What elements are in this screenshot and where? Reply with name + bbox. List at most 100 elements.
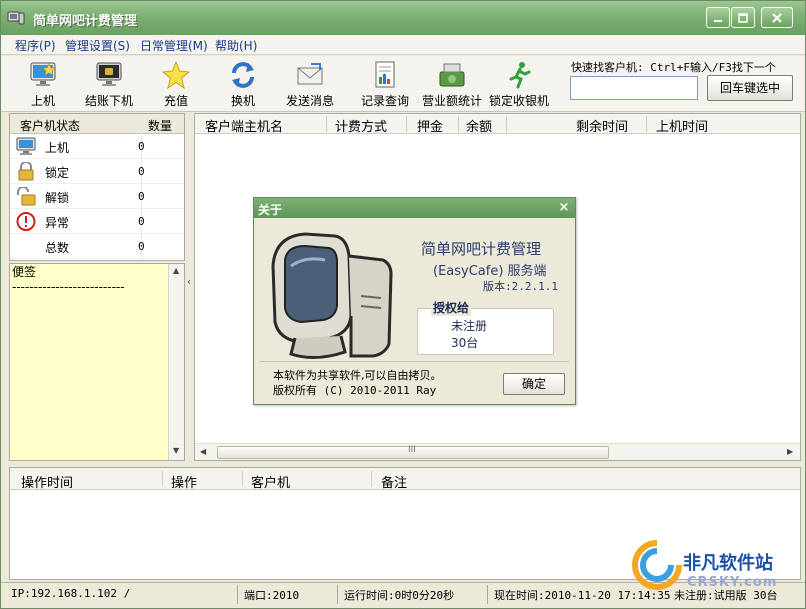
chevron-left-icon[interactable]: ‹ (187, 277, 191, 288)
toolbar-label: 结账下机 (84, 94, 133, 108)
scroll-thumb[interactable]: III (217, 445, 609, 459)
menu-bar: 程序(P) 管理设置(S) 日常管理(M) 帮助(H) (1, 35, 805, 55)
status-count: 0 (138, 215, 145, 228)
monitor-icon (16, 137, 36, 155)
menu-help[interactable]: 帮助(H) (215, 37, 257, 54)
column-remark[interactable]: 备注 (381, 472, 407, 491)
status-row-total[interactable]: 总数 0 (10, 234, 184, 259)
memo-panel: 便签 -------------------------- ▲ ▼ (9, 263, 185, 461)
column-separator[interactable] (406, 116, 407, 132)
toolbar-label: 记录查询 (360, 94, 409, 108)
select-on-enter-button[interactable]: 回车键选中 (707, 75, 793, 101)
column-operation[interactable]: 操作 (171, 472, 197, 491)
warning-icon (16, 212, 36, 231)
column-billing[interactable]: 计费方式 (335, 116, 387, 135)
about-edition: (EasyCafe) 服务端 (433, 264, 547, 279)
divider (259, 361, 569, 362)
memo-title: 便签 (12, 265, 37, 279)
toolbar-label: 锁定收银机 (488, 94, 549, 108)
horizontal-scrollbar[interactable]: ◀ III ▶ (195, 443, 800, 460)
column-separator[interactable] (371, 471, 372, 487)
toolbar-label: 发送消息 (285, 94, 334, 108)
column-separator[interactable] (326, 116, 327, 132)
toolbar-label: 换机 (230, 94, 255, 108)
grip-icon: III (408, 445, 416, 455)
shareware-notice: 本软件为共享软件,可以自由拷贝。 (273, 369, 442, 382)
column-remaining[interactable]: 剩余时间 (576, 116, 628, 135)
toolbar-lock-cashier-button[interactable]: 锁定收银机 (487, 58, 551, 110)
client-grid-header: 客户端主机名 计费方式 押金 余额 剩余时间 上机时间 (195, 114, 800, 135)
menu-settings[interactable]: 管理设置(S) (65, 37, 130, 54)
status-ip: IP:192.168.1.102 / (11, 587, 131, 600)
toolbar-start-session-button[interactable]: 上机 (11, 58, 75, 110)
close-button[interactable] (761, 7, 793, 28)
about-dialog: 关于 × 简单网吧计费管理 (EasyCafe) 服务端 版本:2.2.1.1 … (253, 197, 576, 405)
column-balance[interactable]: 余额 (466, 116, 492, 135)
toolbar-label: 营业额统计 (421, 94, 482, 108)
scroll-down-icon[interactable]: ▼ (173, 446, 179, 455)
toolbar-records-button[interactable]: 记录查询 (353, 58, 417, 110)
watermark: 非凡软件站 CRSKY.com (621, 531, 801, 601)
envelope-icon (297, 63, 323, 85)
toolbar-send-message-button[interactable]: 发送消息 (278, 58, 342, 110)
status-header-state[interactable]: 客户机状态 (20, 117, 80, 134)
minimize-button[interactable] (706, 7, 730, 28)
lock-icon (18, 162, 34, 181)
log-grid-header: 操作时间 操作 客户机 备注 (10, 468, 800, 491)
column-separator[interactable] (162, 471, 163, 487)
app-icon (7, 11, 25, 25)
status-label: 上机 (45, 141, 70, 155)
report-icon (375, 61, 395, 88)
license-status: 未注册 (451, 319, 488, 333)
status-row-locked[interactable]: 锁定 0 (10, 159, 184, 184)
refresh-icon (232, 62, 254, 88)
scroll-up-icon[interactable]: ▲ (173, 266, 179, 275)
column-separator[interactable] (458, 116, 459, 132)
memo-scrollbar[interactable]: ▲ ▼ (168, 264, 184, 460)
title-bar[interactable]: 简单网吧计费管理 (1, 1, 805, 35)
license-seats: 30台 (451, 336, 479, 350)
status-row-online[interactable]: 上机 0 (10, 134, 184, 159)
monitor-off-icon (96, 62, 122, 86)
column-login-time[interactable]: 上机时间 (656, 116, 708, 135)
status-row-error[interactable]: 异常 0 (10, 209, 184, 234)
toolbar-revenue-button[interactable]: 营业额统计 (420, 58, 484, 110)
main-window: 简单网吧计费管理 程序(P) 管理设置(S) 日常管理(M) 帮助(H) 上机 (0, 0, 806, 609)
toolbar-recharge-button[interactable]: 充值 (144, 58, 208, 110)
status-separator (237, 585, 238, 604)
column-op-time[interactable]: 操作时间 (21, 472, 73, 491)
status-row-unlocked[interactable]: 解锁 0 (10, 184, 184, 209)
computer-illustration-icon (271, 232, 393, 359)
memo-divider: -------------------------- (12, 280, 125, 294)
about-title-bar[interactable]: 关于 × (254, 198, 575, 218)
scroll-left-icon[interactable]: ◀ (200, 447, 206, 456)
status-count: 0 (138, 240, 145, 253)
copyright-text: 版权所有 (C) 2010-2011 Ray (273, 384, 437, 397)
toolbar-checkout-button[interactable]: 结账下机 (77, 58, 141, 110)
memo-textarea[interactable]: 便签 -------------------------- (10, 264, 168, 460)
runner-icon (509, 62, 531, 89)
close-icon[interactable]: × (556, 200, 572, 216)
panel-splitter[interactable]: ‹ (186, 113, 194, 461)
watermark-site-name: 非凡软件站 (683, 553, 773, 574)
column-separator[interactable] (646, 116, 647, 132)
status-label: 总数 (45, 241, 70, 255)
column-client[interactable]: 客户机 (251, 472, 290, 491)
watermark-domain: CRSKY.com (687, 575, 778, 590)
maximize-button[interactable] (731, 7, 755, 28)
quick-search-input[interactable] (570, 76, 698, 100)
ok-button[interactable]: 确定 (503, 373, 565, 395)
column-deposit[interactable]: 押金 (417, 116, 443, 135)
column-hostname[interactable]: 客户端主机名 (205, 116, 283, 135)
status-header-count[interactable]: 数量 (148, 117, 172, 134)
money-icon (439, 63, 465, 87)
about-app-name: 简单网吧计费管理 (421, 240, 542, 258)
column-separator[interactable] (242, 471, 243, 487)
scroll-right-icon[interactable]: ▶ (787, 447, 793, 456)
menu-program[interactable]: 程序(P) (15, 37, 56, 54)
toolbar-label: 充值 (163, 94, 188, 108)
column-separator[interactable] (506, 116, 507, 132)
menu-daily[interactable]: 日常管理(M) (140, 37, 208, 54)
license-label: 授权给 (431, 299, 472, 316)
toolbar-switch-machine-button[interactable]: 换机 (211, 58, 275, 110)
